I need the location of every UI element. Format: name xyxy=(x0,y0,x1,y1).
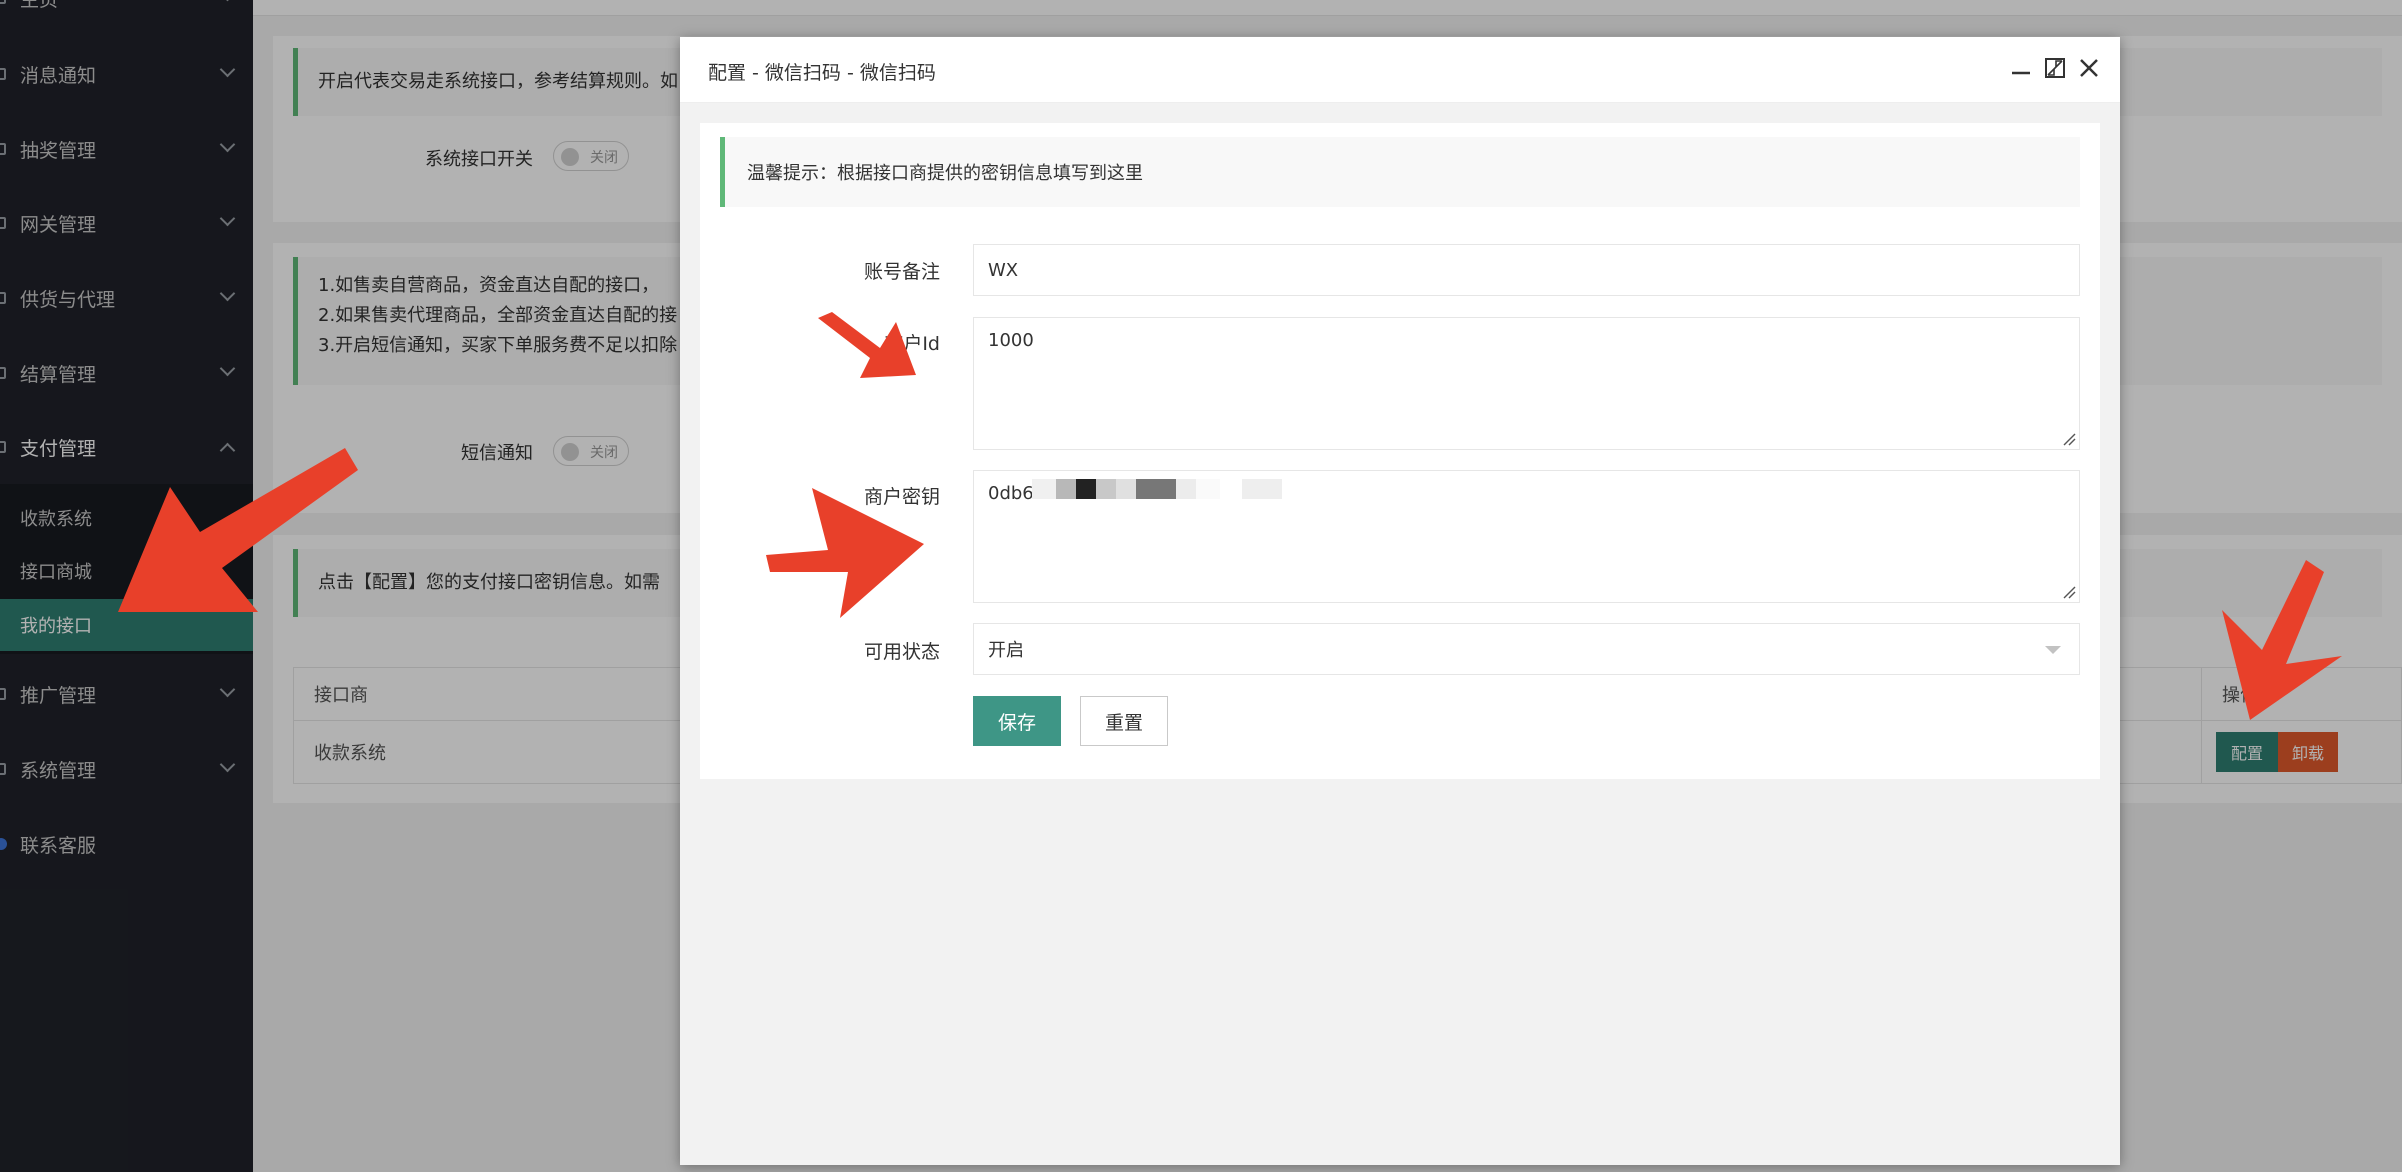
close-icon[interactable] xyxy=(2076,55,2102,81)
reset-button[interactable]: 重置 xyxy=(1080,696,1168,746)
account-note-input[interactable]: WX xyxy=(973,244,2080,296)
modal-form: 温馨提示：根据接口商提供的密钥信息填写到这里 账号备注 WX 商户Id 1000… xyxy=(700,123,2100,779)
hint-notice: 温馨提示：根据接口商提供的密钥信息填写到这里 xyxy=(720,137,2080,207)
save-button[interactable]: 保存 xyxy=(973,696,1061,746)
maximize-icon[interactable] xyxy=(2042,55,2068,81)
status-select[interactable]: 开启 xyxy=(973,623,2080,675)
status-label: 可用状态 xyxy=(863,641,940,663)
merchant-id-textarea[interactable]: 1000 xyxy=(973,317,2080,450)
resize-handle-icon[interactable] xyxy=(2062,585,2076,599)
merchant-key-label: 商户密钥 xyxy=(863,486,940,508)
merchant-id-label: 商户Id xyxy=(884,333,940,355)
modal-title: 配置 - 微信扫码 - 微信扫码 xyxy=(708,62,936,84)
modal-header: 配置 - 微信扫码 - 微信扫码 xyxy=(680,37,2120,103)
merchant-key-textarea[interactable]: 0db6 xyxy=(973,470,2080,603)
resize-handle-icon[interactable] xyxy=(2062,432,2076,446)
config-modal: 配置 - 微信扫码 - 微信扫码 温馨提示：根据接口商提供的密钥信息填写到这里 … xyxy=(680,37,2120,1165)
account-note-label: 账号备注 xyxy=(863,261,940,283)
minimize-icon[interactable] xyxy=(2008,55,2034,81)
dropdown-arrow-icon xyxy=(2045,646,2061,654)
